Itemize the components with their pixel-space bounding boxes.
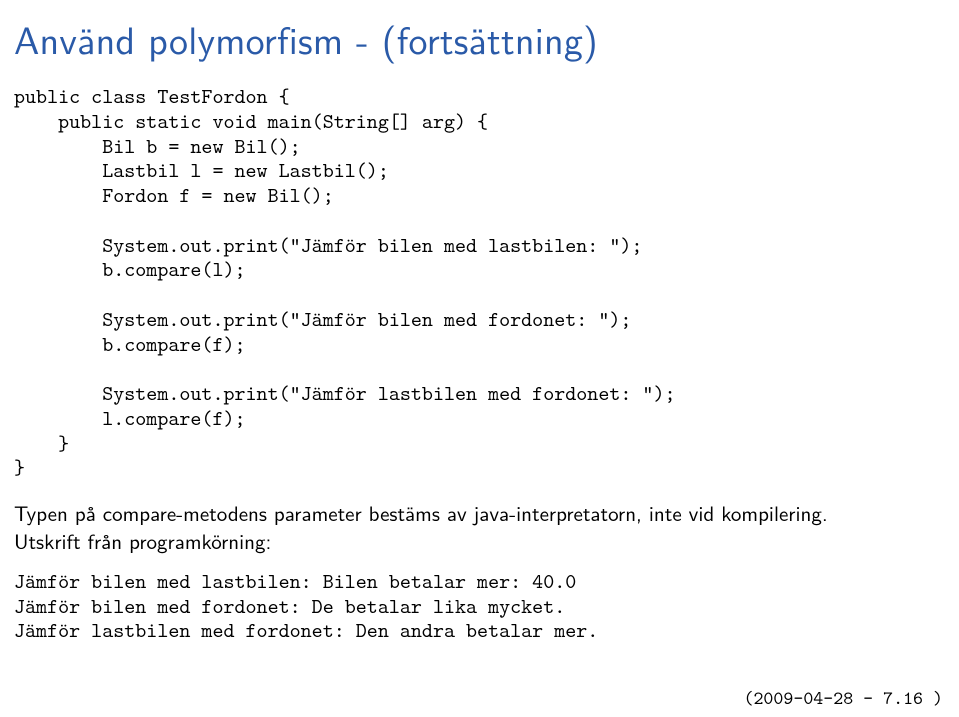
- body-line-1: Typen på compare-metodens parameter best…: [14, 498, 828, 528]
- code-block: public class TestFordon { public static …: [14, 84, 945, 480]
- body-line-2: Utskrift från programkörning:: [14, 526, 271, 556]
- program-output: Jämför bilen med lastbilen: Bilen betala…: [14, 569, 945, 643]
- slide-footer: (2009-04-28 – 7.16 ): [743, 686, 943, 711]
- body-text: Typen på compare-metodens parameter best…: [14, 500, 945, 555]
- slide-title: Använd polymorfism - (fortsättning): [14, 10, 945, 66]
- slide: Använd polymorfism - (fortsättning) publ…: [0, 0, 959, 717]
